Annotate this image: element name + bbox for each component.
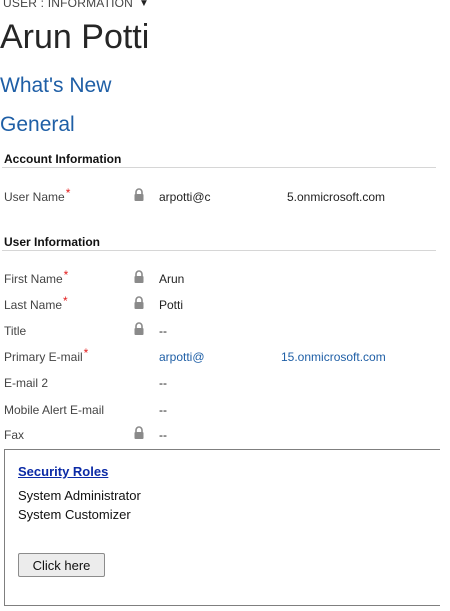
primary-email-label: Primary E-mail*: [4, 346, 89, 364]
chevron-down-icon[interactable]: ▼: [139, 0, 149, 9]
whats-new-link[interactable]: What's New: [0, 74, 111, 98]
first-name-label: First Name*: [4, 268, 69, 286]
title-value: --: [159, 324, 167, 338]
section-divider: [2, 167, 436, 168]
field-row-last-name: Last Name* Potti: [0, 294, 440, 318]
security-roles-link[interactable]: Security Roles: [18, 464, 108, 479]
user-name-label: User Name*: [4, 186, 71, 204]
field-row-primary-email: Primary E-mail* arpotti@ 15.onmicrosoft.…: [0, 346, 440, 370]
user-name-domain-value: 5.onmicrosoft.com: [287, 190, 386, 204]
fax-label: Fax: [4, 428, 25, 442]
field-row-email-2: E-mail 2 --: [0, 372, 440, 396]
email-2-label: E-mail 2: [4, 376, 49, 390]
user-form-page: USER : INFORMATION ▼ Arun Potti What's N…: [0, 0, 450, 611]
section-divider: [2, 250, 436, 251]
first-name-value: Arun: [159, 272, 185, 286]
field-row-title: Title --: [0, 320, 440, 344]
lock-icon: [134, 426, 144, 439]
primary-email-link[interactable]: arpotti@: [159, 350, 205, 364]
account-information-title: Account Information: [4, 152, 122, 166]
lock-icon: [134, 270, 144, 283]
security-roles-panel: Security Roles System Administrator Syst…: [4, 449, 440, 606]
lock-icon: [134, 296, 144, 309]
required-mark: *: [63, 268, 69, 282]
lock-icon: [134, 188, 144, 201]
mobile-alert-email-label: Mobile Alert E-mail: [4, 403, 105, 417]
fax-value: --: [159, 428, 167, 442]
lock-icon: [134, 322, 144, 335]
click-here-button[interactable]: Click here: [18, 553, 105, 577]
role-item: System Administrator: [18, 488, 141, 503]
email-2-value[interactable]: --: [159, 376, 167, 390]
last-name-value: Potti: [159, 298, 184, 312]
role-item: System Customizer: [18, 507, 131, 522]
required-mark: *: [65, 186, 71, 200]
field-row-first-name: First Name* Arun: [0, 268, 440, 292]
record-title: Arun Potti: [0, 18, 150, 56]
required-mark: *: [83, 346, 89, 360]
field-row-fax: Fax --: [0, 424, 440, 448]
last-name-label: Last Name*: [4, 294, 68, 312]
mobile-alert-email-value[interactable]: --: [159, 403, 167, 417]
user-information-title: User Information: [4, 235, 101, 249]
required-mark: *: [63, 294, 68, 308]
field-row-mobile-alert-email: Mobile Alert E-mail --: [0, 399, 440, 423]
field-row-user-name: User Name* arpotti@c 5.onmicrosoft.com: [0, 186, 440, 210]
general-section-link[interactable]: General: [0, 113, 75, 137]
entity-label: USER : INFORMATION: [3, 0, 134, 10]
entity-header[interactable]: USER : INFORMATION ▼: [3, 0, 149, 10]
title-label: Title: [4, 324, 27, 338]
user-name-value: arpotti@c: [159, 190, 211, 204]
primary-email-domain-link[interactable]: 15.onmicrosoft.com: [281, 350, 386, 364]
